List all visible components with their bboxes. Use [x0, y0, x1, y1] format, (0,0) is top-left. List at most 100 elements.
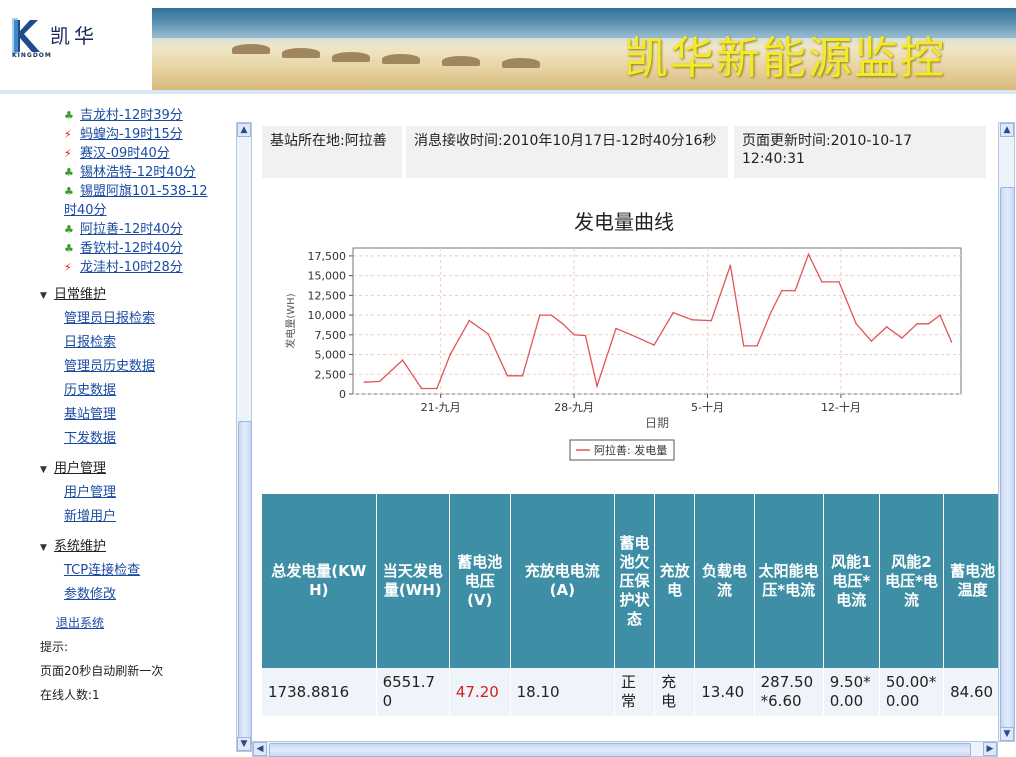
message-received-time: 消息接收时间:2010年10月17日-12时40分16秒: [406, 126, 728, 178]
station-item: ♣ 吉龙村-12时39分: [40, 106, 236, 125]
station-item-continued: 时40分: [40, 201, 236, 220]
expand-triangle-icon[interactable]: ▼: [40, 284, 54, 308]
data-point: [449, 353, 452, 356]
station-link[interactable]: 蚂蝗沟-19时15分: [80, 127, 183, 142]
offline-broken-icon: ⚡: [64, 147, 72, 160]
menu-group-header[interactable]: ▼ 系统维护: [40, 535, 236, 559]
table-cell: 充电: [654, 668, 696, 716]
beach-banner-image: 凯华新能源监控: [152, 8, 1016, 90]
table-header: 充放电电流(A): [510, 494, 616, 668]
scroll-up-icon[interactable]: ▲: [237, 123, 251, 137]
menu-item-link[interactable]: 管理员日报检索: [64, 311, 155, 326]
scroll-thumb[interactable]: [1000, 187, 1015, 729]
table-cell: 9.50*0.00: [823, 668, 880, 716]
menu-item-link[interactable]: 用户管理: [64, 485, 116, 500]
station-item: ⚡ 龙洼村-10时28分: [40, 258, 236, 277]
info-bar: 基站所在地:阿拉善 消息接收时间:2010年10月17日-12时40分16秒 页…: [262, 126, 986, 178]
scroll-up-icon[interactable]: ▲: [1000, 123, 1014, 137]
data-point: [781, 289, 783, 292]
horizontal-scrollbar[interactable]: ◀ ▶: [252, 741, 998, 757]
station-item: ⚡ 赛汉-09时40分: [40, 144, 236, 163]
station-link[interactable]: 赛汉-09时40分: [80, 146, 170, 161]
data-point: [838, 281, 840, 283]
online-tree-icon: ♣: [64, 109, 74, 122]
menu-item: 下发数据: [40, 427, 236, 451]
station-link[interactable]: 龙洼村-10时28分: [80, 260, 183, 275]
table-cell: 47.20: [449, 668, 511, 716]
y-axis-label: 发电量(WH): [284, 293, 297, 348]
online-tree-icon: ♣: [64, 166, 74, 179]
table-header: 总发电量(KWH): [262, 494, 377, 668]
data-point: [821, 281, 823, 283]
table-cell: 84.60: [943, 668, 998, 716]
menu-group-label[interactable]: 系统维护: [54, 539, 106, 554]
refresh-note: 页面20秒自动刷新一次: [40, 664, 164, 678]
menu-item-link[interactable]: 参数修改: [64, 587, 116, 602]
x-tick-label: 12-十月: [821, 400, 861, 414]
power-chart: 发电量曲线 0 2,500 5,000 7,500 10,000 12,500 15,000…: [262, 206, 998, 466]
data-point: [538, 314, 541, 316]
menu-item-link[interactable]: 新增用户: [64, 509, 116, 524]
menu-group-label[interactable]: 日常维护: [54, 287, 106, 302]
scroll-left-icon[interactable]: ◀: [253, 742, 267, 756]
data-point: [769, 312, 772, 315]
y-tick-label: 0: [339, 388, 346, 401]
data-point: [630, 334, 633, 336]
logo: 凯华 KINGDOM: [0, 0, 152, 90]
data-point: [653, 344, 655, 346]
menu-group-label[interactable]: 用户管理: [54, 461, 106, 476]
expand-triangle-icon[interactable]: ▼: [40, 536, 54, 560]
station-list: ♣ 吉龙村-12时39分 ⚡ 蚂蝗沟-19时15分 ⚡ 赛汉-09时40分 ♣ 锡林浩特-12…: [40, 106, 236, 277]
logout-link[interactable]: 退出系统: [56, 616, 104, 630]
site-title: 凯华新能源监控: [624, 33, 946, 84]
sidebar-scrollbar[interactable]: ▲ ▼: [236, 122, 252, 752]
data-point: [742, 345, 745, 347]
expand-triangle-icon[interactable]: ▼: [40, 458, 54, 482]
station-item: ♣ 锡盟阿旗101-538-12: [40, 182, 236, 201]
menu-item: 管理员日报检索: [40, 307, 236, 331]
y-tick-label: 17,500: [308, 250, 347, 263]
y-tick-label: 5,000: [315, 349, 347, 362]
station-link[interactable]: 香钦村-12时40分: [80, 241, 183, 256]
menu-item-link[interactable]: 历史数据: [64, 383, 116, 398]
scroll-down-icon[interactable]: ▼: [1000, 727, 1014, 741]
station-link[interactable]: 时40分: [64, 203, 107, 218]
scroll-right-icon[interactable]: ▶: [983, 742, 997, 756]
tip-label: 提示:: [40, 640, 69, 654]
menu-item: 管理员历史数据: [40, 355, 236, 379]
y-tick-label: 2,500: [315, 368, 347, 381]
station-link[interactable]: 吉龙村-12时39分: [80, 108, 183, 123]
data-point: [436, 387, 438, 390]
scroll-thumb[interactable]: [238, 421, 252, 745]
data-point: [855, 322, 857, 325]
station-link[interactable]: 锡盟阿旗101-538-12: [80, 184, 208, 199]
table-cell: 18.10: [510, 668, 616, 716]
data-point: [615, 327, 617, 330]
data-point: [885, 326, 888, 328]
station-link[interactable]: 阿拉善-12时40分: [80, 222, 183, 237]
data-point: [401, 359, 404, 361]
menu-group-header[interactable]: ▼ 日常维护: [40, 283, 236, 307]
menu-item-link[interactable]: 日报检索: [64, 335, 116, 350]
plot-area: [352, 247, 962, 395]
menu-item-link[interactable]: TCP连接检查: [64, 563, 140, 578]
logo-text: 凯华: [50, 24, 98, 48]
menu-item-link[interactable]: 基站管理: [64, 407, 116, 422]
table-cell: 50.00*0.00: [879, 668, 945, 716]
data-point: [950, 341, 953, 343]
table-row: 1738.8816 6551.70 47.20 18.10 正常 充电 13.40 287.5…: [262, 668, 998, 716]
menu-item-link[interactable]: 管理员历史数据: [64, 359, 155, 374]
station-link[interactable]: 锡林浩特-12时40分: [80, 165, 196, 180]
data-point: [901, 337, 903, 339]
menu-group-header[interactable]: ▼ 用户管理: [40, 457, 236, 481]
data-point: [870, 340, 873, 342]
scroll-down-icon[interactable]: ▼: [237, 737, 251, 751]
y-tick-label: 12,500: [308, 289, 347, 302]
scroll-thumb[interactable]: [269, 743, 971, 757]
main-scrollbar[interactable]: ▲ ▼: [998, 122, 1015, 742]
menu-item-link[interactable]: 下发数据: [64, 431, 116, 446]
table-cell: 1738.8816: [262, 668, 377, 716]
station-item: ♣ 锡林浩特-12时40分: [40, 163, 236, 182]
data-point: [573, 334, 575, 336]
chart-svg: 0 2,500 5,000 7,500 10,000 12,500 15,000 17,500…: [284, 247, 962, 461]
